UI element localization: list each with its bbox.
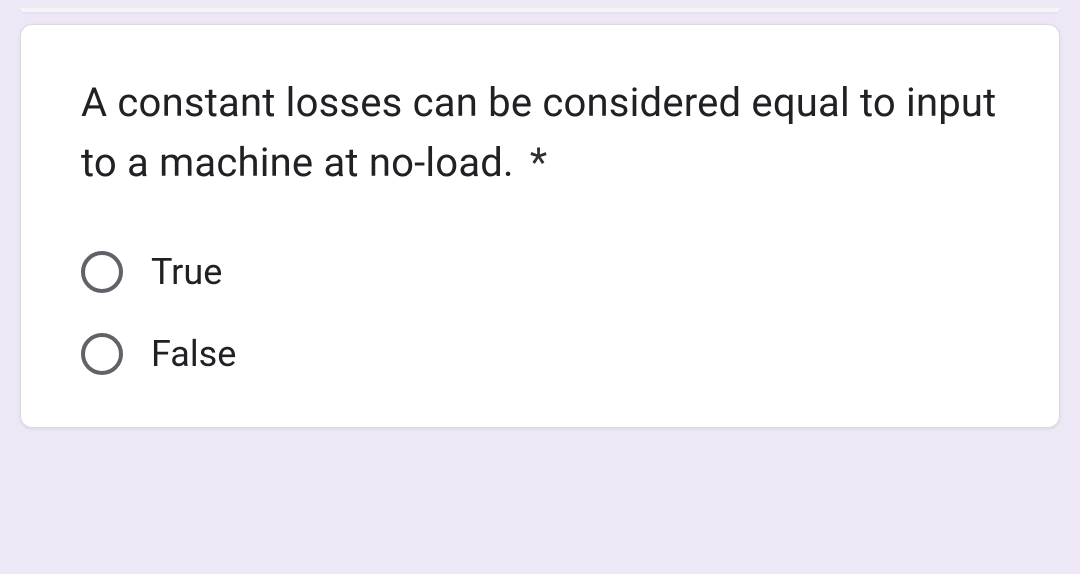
radio-icon[interactable]: [81, 333, 123, 375]
option-label: False: [151, 333, 236, 375]
top-card-edge: [20, 8, 1060, 12]
required-asterisk-icon: *: [530, 139, 547, 186]
radio-icon[interactable]: [81, 251, 123, 293]
options-group: True False: [81, 251, 999, 375]
option-label: True: [151, 251, 222, 293]
question-text: A constant losses can be considered equa…: [81, 73, 999, 193]
question-card: A constant losses can be considered equa…: [20, 24, 1060, 428]
option-false[interactable]: False: [81, 333, 999, 375]
option-true[interactable]: True: [81, 251, 999, 293]
